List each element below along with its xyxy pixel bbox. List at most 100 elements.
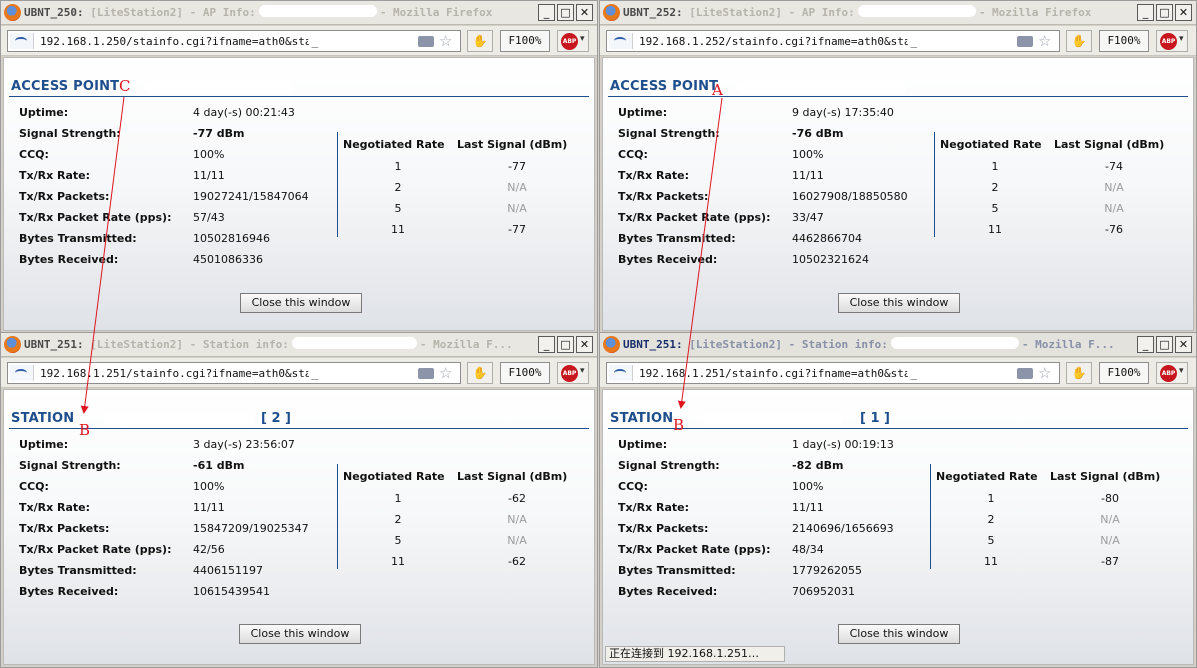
minimize-button[interactable]: _ [538, 336, 555, 353]
window-ubnt-251-station-2: UBNT_251: [LiteStation2] - Station info:… [0, 332, 598, 668]
site-identity-icon[interactable] [609, 33, 633, 49]
site-identity-icon[interactable] [10, 33, 34, 49]
feed-icon[interactable] [418, 368, 434, 379]
adblock-button[interactable]: ABP ▾ [557, 30, 589, 52]
stat-label: Uptime: [618, 106, 668, 119]
stat-value: 100% [792, 148, 824, 161]
station-index: [ 2 ] [261, 411, 291, 426]
navigation-bar: 192.168.1.250/stainfo.cgi?ifname=ath0&st… [1, 26, 597, 56]
stat-label: Signal Strength: [618, 459, 720, 472]
close-button[interactable]: ✕ [576, 336, 593, 353]
chevron-down-icon: ▾ [580, 366, 585, 376]
gesture-icon[interactable]: ✋ [467, 362, 493, 384]
minimize-button[interactable]: _ [1137, 336, 1154, 353]
page-content: STATION [ 1 ] Uptime: 1 day(-s) 00:19:13… [602, 389, 1194, 665]
title-ident: UBNT_250: [24, 6, 84, 19]
close-window-button[interactable]: Close this window [239, 624, 361, 644]
section-header: ACCESS POINT [9, 79, 589, 97]
stat-value: 11/11 [193, 169, 225, 182]
feed-icon[interactable] [418, 36, 434, 47]
stat-label: Tx/Rx Packets: [19, 522, 110, 535]
zoom-button[interactable]: F100% [500, 362, 550, 384]
chevron-down-icon: ▾ [1179, 366, 1184, 376]
navigation-bar: 192.168.1.251/stainfo.cgi?ifname=ath0&st… [600, 358, 1196, 388]
redaction-mark [907, 35, 1015, 47]
stat-label: Uptime: [19, 438, 69, 451]
signal-cell: -62 [508, 492, 526, 505]
chevron-down-icon: ▾ [580, 34, 585, 44]
rate-table: Negotiated Rate Last Signal (dBm) 1 -80 … [930, 464, 1180, 569]
close-button[interactable]: ✕ [1175, 4, 1192, 21]
stat-label: Uptime: [618, 438, 668, 451]
signal-cell: N/A [1104, 202, 1124, 215]
close-window-button[interactable]: Close this window [240, 293, 362, 313]
stat-value: 3 day(-s) 23:56:07 [193, 438, 295, 451]
signal-header: Last Signal (dBm) [457, 470, 568, 483]
signal-cell: N/A [1104, 181, 1124, 194]
rate-header: Negotiated Rate [940, 138, 1042, 151]
minimize-button[interactable]: _ [1137, 4, 1154, 21]
site-identity-icon[interactable] [10, 365, 34, 381]
chevron-down-icon: ▾ [1179, 34, 1184, 44]
url-field[interactable]: 192.168.1.250/stainfo.cgi?ifname=ath0&st… [7, 30, 461, 52]
window-title: UBNT_251: [LiteStation2] - Station info:… [24, 337, 513, 351]
window-titlebar[interactable]: UBNT_251: [LiteStation2] - Station info:… [1, 333, 597, 357]
signal-header: Last Signal (dBm) [457, 138, 568, 151]
title-bracket: [LiteStation2] [689, 338, 782, 351]
zoom-button[interactable]: F100% [1099, 30, 1149, 52]
stat-value: -61 dBm [193, 459, 245, 472]
section-title: ACCESS POINT [610, 79, 719, 94]
gesture-icon[interactable]: ✋ [467, 30, 493, 52]
window-titlebar[interactable]: UBNT_252: [LiteStation2] - AP Info: - Moz… [600, 1, 1196, 25]
bookmark-star-icon[interactable]: ☆ [439, 364, 452, 382]
window-titlebar[interactable]: UBNT_251: [LiteStation2] - Station info:… [600, 333, 1196, 357]
feed-icon[interactable] [1017, 36, 1033, 47]
maximize-button[interactable]: □ [1156, 336, 1173, 353]
rate-cell: 2 [991, 181, 999, 194]
stat-value: 42/56 [193, 543, 225, 556]
signal-cell: N/A [1100, 534, 1120, 547]
window-titlebar[interactable]: UBNT_250: [LiteStation2] - AP Info: - Moz… [1, 1, 597, 25]
stat-value: 10615439541 [193, 585, 270, 598]
redaction-mark [308, 35, 416, 47]
firefox-icon [4, 4, 21, 21]
adblock-button[interactable]: ABP ▾ [557, 362, 589, 384]
rate-header: Negotiated Rate [343, 470, 445, 483]
zoom-button[interactable]: F100% [1099, 362, 1149, 384]
annotation-c: C [119, 77, 131, 95]
stat-value: 4 day(-s) 00:21:43 [193, 106, 295, 119]
zoom-button[interactable]: F100% [500, 30, 550, 52]
bookmark-star-icon[interactable]: ☆ [1038, 364, 1051, 382]
close-window-button[interactable]: Close this window [838, 293, 960, 313]
gesture-icon[interactable]: ✋ [1066, 30, 1092, 52]
bookmark-star-icon[interactable]: ☆ [439, 32, 452, 50]
rate-cell: 2 [394, 181, 402, 194]
adblock-button[interactable]: ABP ▾ [1156, 30, 1188, 52]
maximize-button[interactable]: □ [557, 4, 574, 21]
stat-value: 57/43 [193, 211, 225, 224]
annotation-b-right: B [673, 416, 685, 434]
close-button[interactable]: ✕ [576, 4, 593, 21]
feed-icon[interactable] [1017, 368, 1033, 379]
rate-cell: 11 [391, 555, 405, 568]
maximize-button[interactable]: □ [1156, 4, 1173, 21]
navigation-bar: 192.168.1.252/stainfo.cgi?ifname=ath0&st… [600, 26, 1196, 56]
url-field[interactable]: 192.168.1.251/stainfo.cgi?ifname=ath0&st… [606, 362, 1060, 384]
bookmark-star-icon[interactable]: ☆ [1038, 32, 1051, 50]
stat-value: 15847209/19025347 [193, 522, 309, 535]
minimize-button[interactable]: _ [538, 4, 555, 21]
maximize-button[interactable]: □ [557, 336, 574, 353]
stat-label: Signal Strength: [19, 127, 121, 140]
signal-cell: N/A [507, 513, 527, 526]
adblock-button[interactable]: ABP ▾ [1156, 362, 1188, 384]
url-field[interactable]: 192.168.1.251/stainfo.cgi?ifname=ath0&st… [7, 362, 461, 384]
close-button[interactable]: ✕ [1175, 336, 1192, 353]
gesture-icon[interactable]: ✋ [1066, 362, 1092, 384]
url-text: 192.168.1.251/stainfo.cgi?ifname=ath0&st… [639, 367, 944, 380]
url-field[interactable]: 192.168.1.252/stainfo.cgi?ifname=ath0&st… [606, 30, 1060, 52]
stat-value: 9 day(-s) 17:35:40 [792, 106, 894, 119]
site-identity-icon[interactable] [609, 365, 633, 381]
close-window-button[interactable]: Close this window [838, 624, 960, 644]
rate-cell: 2 [394, 513, 402, 526]
signal-cell: N/A [507, 534, 527, 547]
